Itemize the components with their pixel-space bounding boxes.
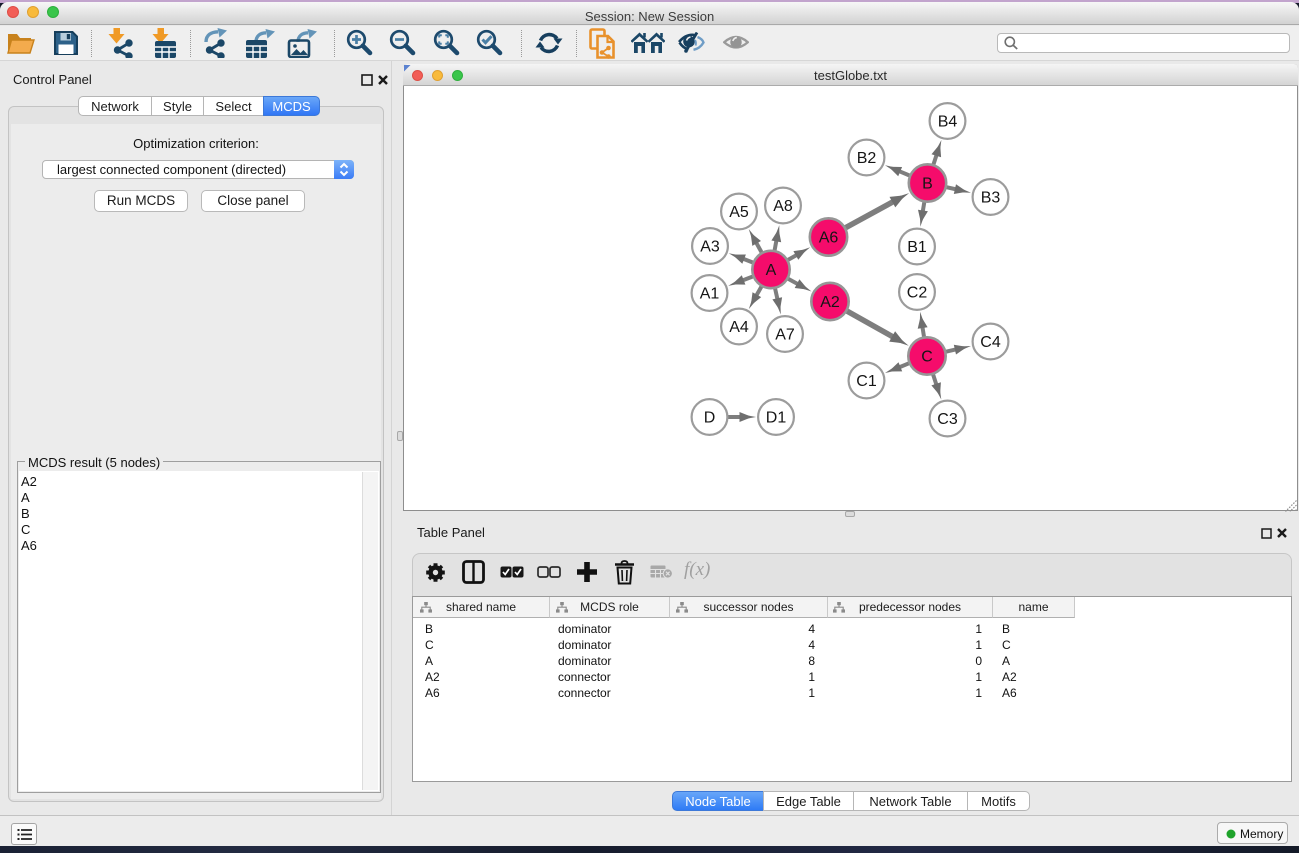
svg-text:B3: B3	[981, 190, 1001, 207]
svg-text:C3: C3	[937, 411, 958, 428]
svg-text:C2: C2	[907, 285, 928, 302]
svg-text:A5: A5	[729, 204, 749, 221]
svg-text:A3: A3	[700, 239, 720, 256]
svg-text:A1: A1	[700, 286, 720, 303]
svg-text:C1: C1	[856, 373, 877, 390]
svg-text:B: B	[922, 176, 933, 193]
svg-text:A2: A2	[820, 294, 840, 311]
svg-text:A7: A7	[775, 327, 795, 344]
svg-text:C4: C4	[980, 334, 1001, 351]
svg-text:A6: A6	[819, 230, 839, 247]
svg-text:A4: A4	[729, 319, 749, 336]
svg-text:C: C	[921, 349, 933, 366]
svg-text:B4: B4	[938, 114, 958, 131]
svg-text:D1: D1	[766, 410, 787, 427]
svg-text:A: A	[766, 262, 777, 279]
svg-text:A8: A8	[773, 198, 793, 215]
svg-text:D: D	[704, 410, 716, 427]
svg-text:B1: B1	[907, 239, 927, 256]
svg-text:B2: B2	[857, 150, 877, 167]
